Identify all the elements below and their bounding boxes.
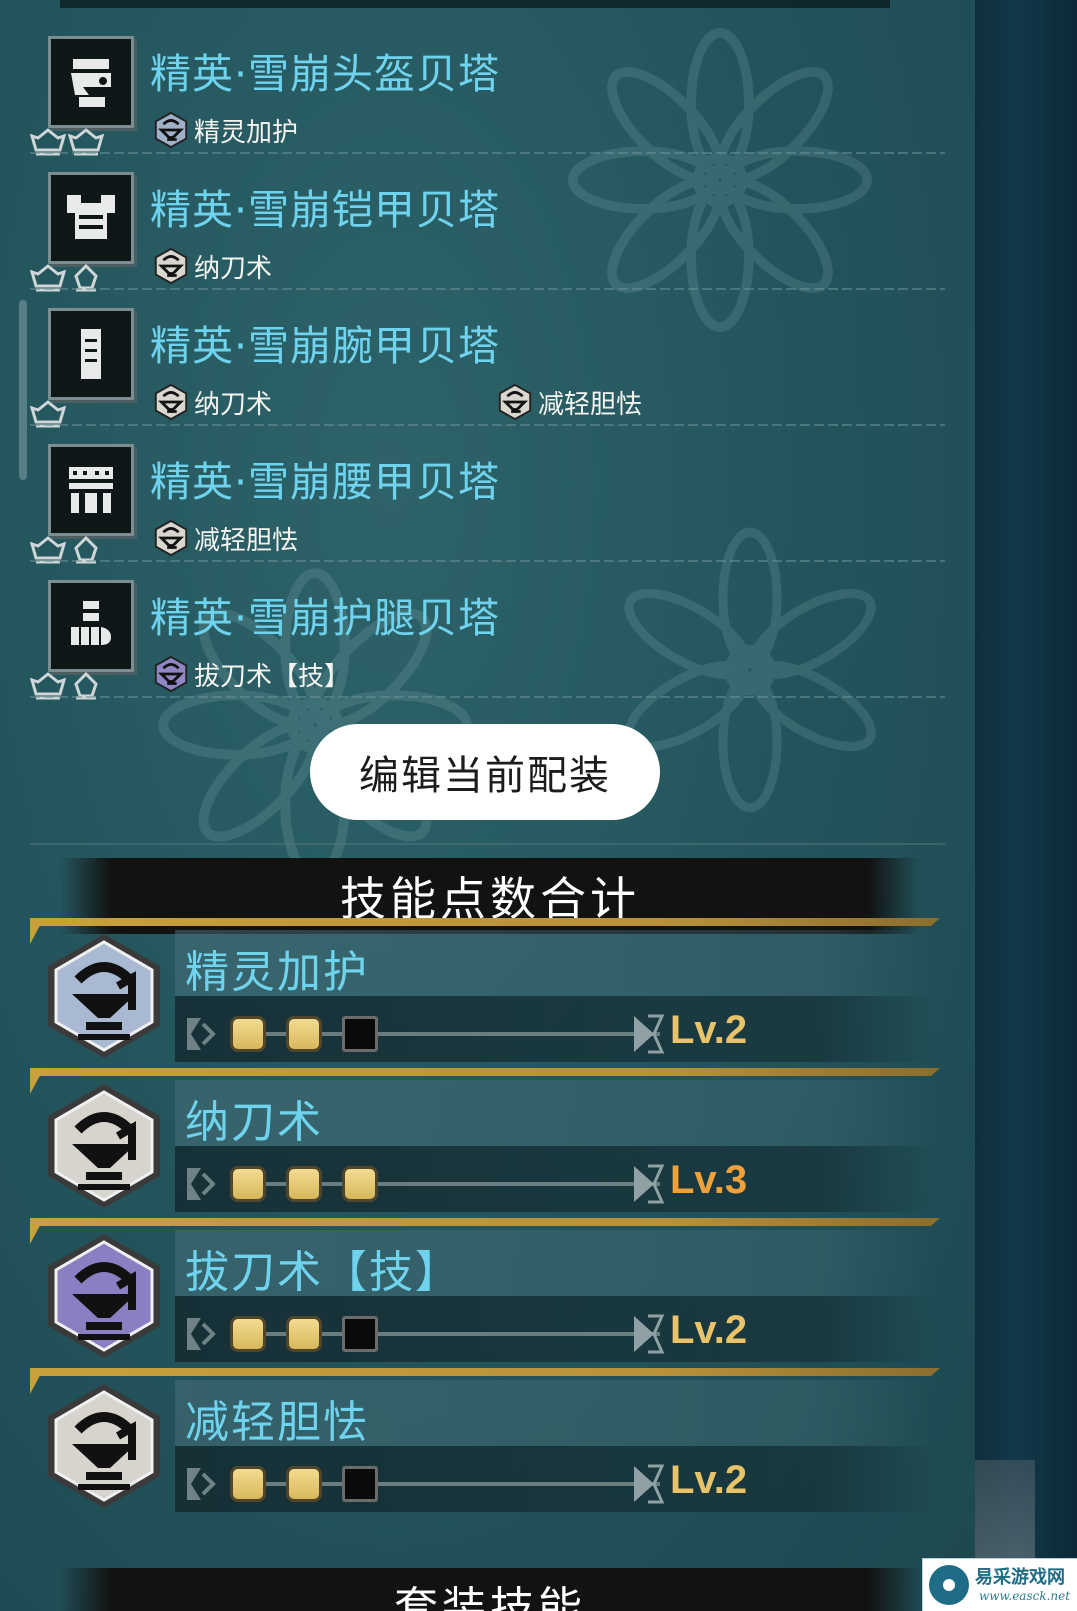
section-divider — [30, 843, 945, 845]
equipment-name: 精英·雪崩腰甲贝塔 — [150, 458, 501, 506]
level-pip-filled — [230, 1166, 266, 1202]
level-bar-end-icon — [634, 1314, 665, 1354]
skill-hex-icon — [154, 383, 188, 421]
level-bar-start-icon — [187, 1018, 216, 1050]
level-pip-filled — [286, 1166, 322, 1202]
skill-hex-icon — [154, 655, 188, 693]
equipment-skill: 精灵加护 — [152, 110, 298, 150]
equipment-name: 精英·雪崩铠甲贝塔 — [150, 186, 501, 234]
level-bar-end-icon — [634, 1164, 665, 1204]
level-pip-filled — [286, 1466, 322, 1502]
skill-hex-icon — [48, 934, 160, 1058]
set-skill-header: 套装技能 — [394, 1583, 586, 1611]
equipment-skill-name: 拔刀术【技】 — [194, 661, 351, 692]
skill-total-row[interactable]: 精灵加护 Lv.2 — [30, 918, 945, 1070]
equipment-skill-name: 减轻胆怯 — [538, 389, 643, 420]
equipment-skill-name: 纳刀术 — [194, 253, 273, 284]
equipment-skill: 纳刀术 — [152, 246, 272, 286]
equipment-row-legs[interactable]: 精英·雪崩护腿贝塔 拔刀术【技】 — [30, 562, 945, 700]
leg-armor-icon — [48, 580, 134, 672]
skill-hex-icon — [154, 247, 188, 285]
equipment-skill: 减轻胆怯 — [496, 382, 642, 422]
level-pip-filled — [230, 1316, 266, 1352]
skill-level-text: Lv.2 — [670, 1458, 748, 1502]
equipment-skill: 纳刀术 — [152, 382, 272, 422]
site-logo-icon — [929, 1565, 969, 1605]
equipment-name: 精英·雪崩护腿贝塔 — [150, 594, 501, 642]
equipment-skill-name: 精灵加护 — [194, 117, 299, 148]
level-pip-filled — [286, 1316, 322, 1352]
level-bar-start-icon — [187, 1468, 216, 1500]
skill-total-row[interactable]: 减轻胆怯 Lv.2 — [30, 1368, 945, 1520]
level-pip-filled — [230, 1016, 266, 1052]
level-bar-end-icon — [634, 1014, 665, 1054]
chest-armor-icon — [48, 172, 134, 264]
edit-loadout-button[interactable]: 编辑当前配装 — [310, 724, 660, 820]
row-divider — [30, 696, 945, 698]
skill-level-text: Lv.2 — [670, 1308, 748, 1352]
equipment-row-arms[interactable]: 精英·雪崩腕甲贝塔 纳刀术 减轻胆怯 — [30, 290, 945, 428]
level-pip-filled — [342, 1166, 378, 1202]
skill-level-text: Lv.2 — [670, 1008, 748, 1052]
level-pip-empty — [342, 1316, 378, 1352]
watermark-name: 易采游戏网 — [975, 1567, 1065, 1588]
equipment-skill: 拔刀术【技】 — [152, 654, 350, 694]
level-pip-filled — [230, 1466, 266, 1502]
skill-hex-icon — [154, 519, 188, 557]
equipment-row-waist[interactable]: 精英·雪崩腰甲贝塔 减轻胆怯 — [30, 426, 945, 564]
gold-trim — [30, 918, 940, 926]
side-background — [975, 0, 1077, 1611]
skill-total-name: 精灵加护 — [185, 947, 369, 998]
skill-total-name: 减轻胆怯 — [185, 1397, 369, 1448]
watermark: 易采游戏网 www.easck.net — [922, 1558, 1077, 1611]
skill-hex-icon — [154, 111, 188, 149]
equipment-name: 精英·雪崩腕甲贝塔 — [150, 322, 501, 370]
equipment-row-chest[interactable]: 精英·雪崩铠甲贝塔 纳刀术 — [30, 154, 945, 292]
skill-total-name: 纳刀术 — [185, 1097, 323, 1148]
equipment-skill: 减轻胆怯 — [152, 518, 298, 558]
gold-trim — [30, 1068, 940, 1076]
arm-armor-icon — [48, 308, 134, 400]
scrollbar[interactable] — [19, 300, 27, 480]
equipment-set-screen: 精英·雪崩头盔贝塔 精灵加护 精英·雪崩铠甲贝塔 纳刀术 精英·雪崩腕甲贝塔 纳… — [0, 0, 1077, 1611]
skill-level-text: Lv.3 — [670, 1158, 748, 1202]
equipment-row-head[interactable]: 精英·雪崩头盔贝塔 精灵加护 — [30, 18, 945, 156]
top-bar — [60, 0, 890, 8]
skill-hex-icon — [498, 383, 532, 421]
level-pip-empty — [342, 1466, 378, 1502]
level-bar-start-icon — [187, 1168, 216, 1200]
skill-hex-icon — [48, 1084, 160, 1208]
skill-total-name: 拔刀术【技】 — [185, 1247, 461, 1298]
level-bar-end-icon — [634, 1464, 665, 1504]
watermark-url: www.easck.net — [979, 1589, 1071, 1603]
skill-hex-icon — [48, 1384, 160, 1508]
level-bar-start-icon — [187, 1318, 216, 1350]
equipment-skill-name: 减轻胆怯 — [194, 525, 299, 556]
equipment-skill-name: 纳刀术 — [194, 389, 273, 420]
waist-armor-icon — [48, 444, 134, 536]
skill-total-row[interactable]: 纳刀术 Lv.3 — [30, 1068, 945, 1220]
skill-total-row[interactable]: 拔刀术【技】 Lv.2 — [30, 1218, 945, 1370]
equipment-name: 精英·雪崩头盔贝塔 — [150, 50, 501, 98]
gold-trim — [30, 1368, 940, 1376]
level-pip-filled — [286, 1016, 322, 1052]
skill-hex-icon — [48, 1234, 160, 1358]
gold-trim — [30, 1218, 940, 1226]
helmet-icon — [48, 36, 134, 128]
level-pip-empty — [342, 1016, 378, 1052]
